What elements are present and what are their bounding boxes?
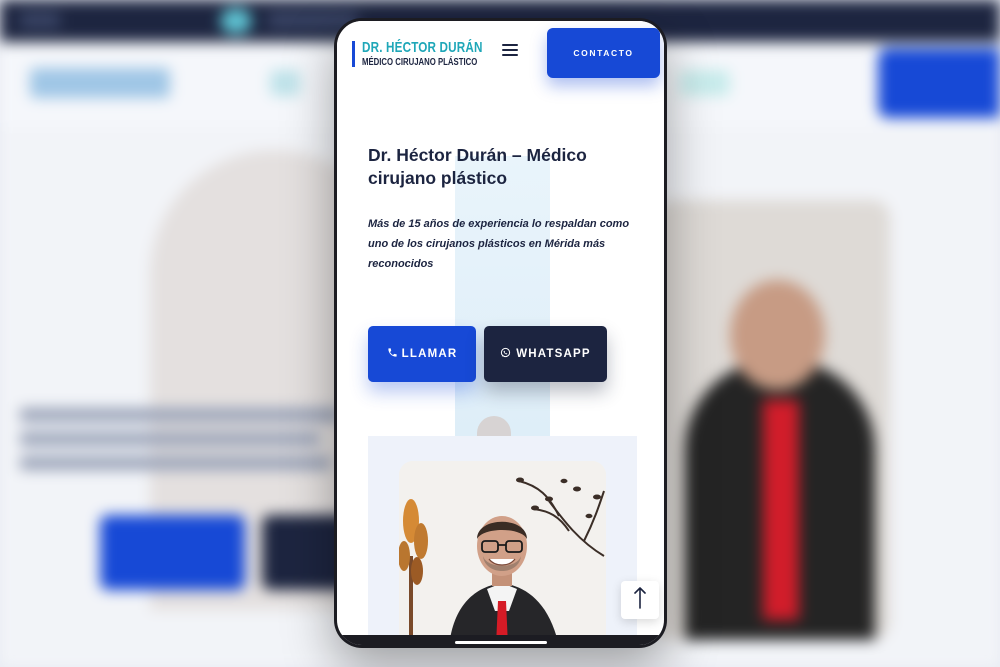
arrow-up-icon	[633, 586, 647, 615]
bg-topbar-badge	[220, 8, 252, 34]
whatsapp-icon	[500, 347, 511, 361]
contact-button[interactable]: CONTACTO	[547, 28, 660, 78]
logo-accent-bar	[352, 41, 355, 67]
logo-tagline[interactable]: MÉDICO CIRUJANO PLÁSTICO	[362, 56, 477, 68]
home-indicator	[455, 641, 547, 644]
bg-nav-item	[270, 70, 300, 96]
menu-line	[502, 49, 518, 51]
phone-frame: DR. HÉCTOR DURÁN MÉDICO CIRUJANO PLÁSTIC…	[334, 18, 667, 648]
whatsapp-button[interactable]: WHATSAPP	[484, 326, 607, 382]
call-button-label: LLAMAR	[401, 348, 458, 360]
decorative-strip	[455, 156, 550, 436]
bg-photo-head	[730, 280, 825, 390]
phone-screen: DR. HÉCTOR DURÁN MÉDICO CIRUJANO PLÁSTIC…	[337, 21, 664, 645]
bg-nav-item	[680, 70, 730, 96]
hamburger-menu-icon[interactable]	[502, 44, 518, 58]
call-button[interactable]: LLAMAR	[368, 326, 476, 382]
menu-line	[502, 44, 518, 46]
hero-subtitle: Más de 15 años de experiencia lo respald…	[368, 218, 630, 270]
bg-button	[100, 515, 245, 590]
whatsapp-button-label: WHATSAPP	[516, 348, 591, 360]
mobile-header: DR. HÉCTOR DURÁN MÉDICO CIRUJANO PLÁSTIC…	[337, 21, 664, 81]
bg-topbar-item	[20, 12, 60, 28]
phone-icon	[387, 347, 398, 361]
bg-photo-tie	[763, 400, 799, 620]
bg-photo	[655, 200, 890, 640]
hero-title: Dr. Héctor Durán – Médico cirujano plást…	[368, 145, 587, 188]
logo-name[interactable]: DR. HÉCTOR DURÁN	[362, 39, 483, 56]
doctor-photo-card	[368, 436, 637, 645]
bg-cta	[878, 48, 1000, 118]
bg-paragraph	[20, 408, 340, 470]
bg-logo	[30, 68, 170, 98]
doctor-photo	[399, 461, 606, 645]
menu-line	[502, 54, 518, 56]
scroll-to-top-button[interactable]	[621, 581, 659, 619]
